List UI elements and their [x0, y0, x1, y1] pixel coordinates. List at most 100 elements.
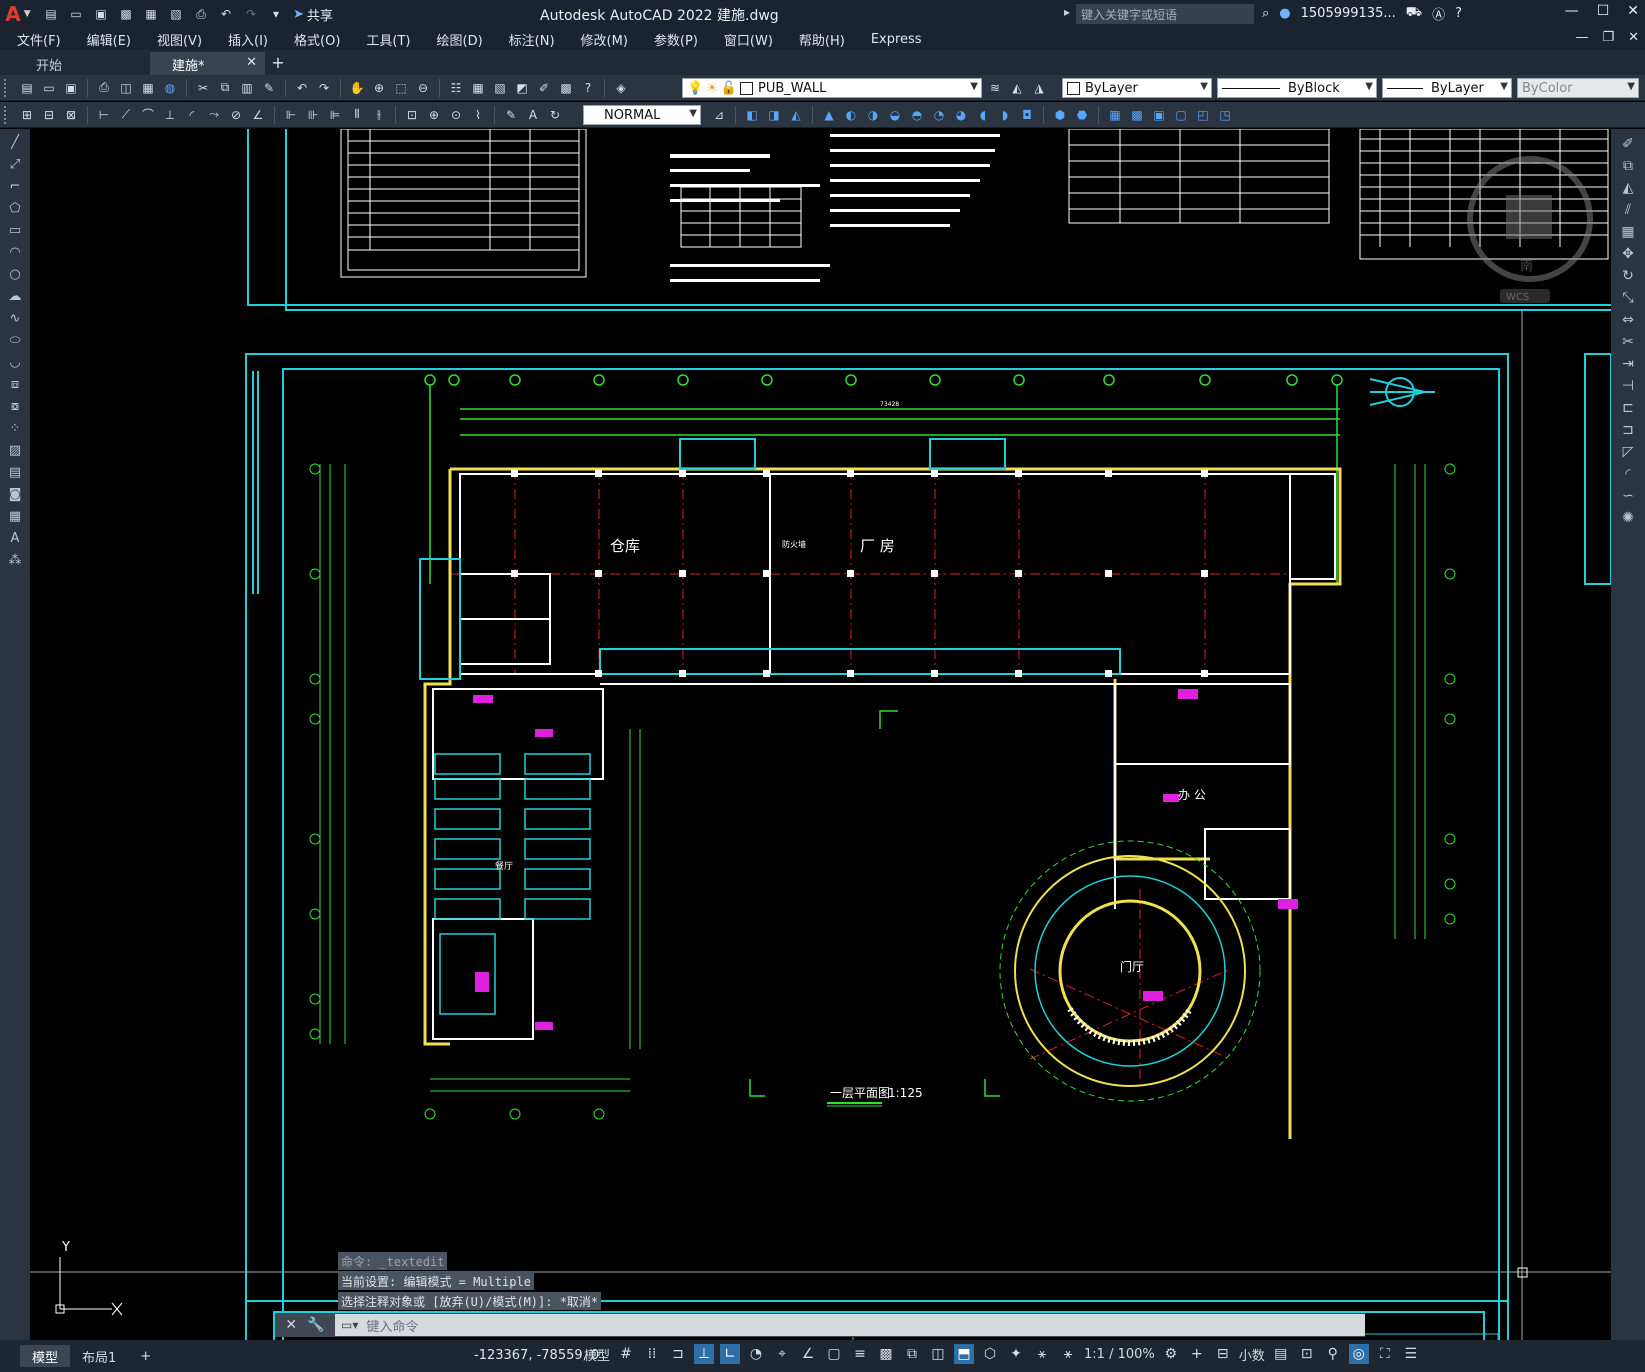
smooth-icon[interactable]: ▩: [1128, 106, 1146, 124]
new-file-icon[interactable]: ▤: [42, 5, 60, 23]
extrude-icon[interactable]: ▲: [820, 106, 838, 124]
refine-icon[interactable]: ▢: [1172, 106, 1190, 124]
blend-icon[interactable]: ∽: [1619, 487, 1637, 505]
explode-icon[interactable]: ✺: [1619, 509, 1637, 527]
drawing-canvas[interactable]: 南 WCS 73428 仓库 厂 房 防火墙 办 公 门厅 餐厅 一层平面图 1…: [30, 129, 1611, 1356]
tab-model[interactable]: 模型: [20, 1345, 71, 1367]
doc-close-icon[interactable]: ✕: [1628, 30, 1639, 45]
line-icon[interactable]: ╱: [5, 133, 25, 151]
menu-parametric[interactable]: 参数(P): [654, 30, 698, 49]
menu-draw[interactable]: 绘图(D): [437, 30, 483, 49]
quick-properties-icon[interactable]: ▤: [1271, 1344, 1291, 1364]
ellipse-icon[interactable]: ⬭: [5, 331, 25, 349]
dwf-icon[interactable]: ◍: [161, 79, 179, 97]
undo-icon[interactable]: ↶: [217, 5, 235, 23]
join-icon[interactable]: ⊐: [1619, 421, 1637, 439]
transparency-icon[interactable]: ▩: [876, 1344, 896, 1364]
presspull-icon[interactable]: ◓: [908, 106, 926, 124]
point-icon[interactable]: ⁘: [5, 419, 25, 437]
polygon-icon[interactable]: ⬠: [5, 199, 25, 217]
web-save-icon[interactable]: ▧: [167, 5, 185, 23]
chevron-right-icon[interactable]: ▸: [1064, 5, 1070, 19]
gradient-icon[interactable]: ▤: [5, 463, 25, 481]
menu-insert[interactable]: 插入(I): [228, 30, 268, 49]
search-icon[interactable]: ⌕: [1262, 6, 1269, 21]
menu-modify[interactable]: 修改(M): [581, 30, 628, 49]
auto-scale-icon[interactable]: ⚹: [1058, 1344, 1078, 1364]
cart-icon[interactable]: ⛟: [1406, 5, 1422, 22]
selection-cycling-icon[interactable]: ⧉: [902, 1344, 922, 1364]
ellipse-arc-icon[interactable]: ◡: [5, 353, 25, 371]
undo-icon[interactable]: ↶: [293, 79, 311, 97]
annotation-visibility-icon[interactable]: ⚹: [1032, 1344, 1052, 1364]
polar-icon[interactable]: ◔: [746, 1344, 766, 1364]
dynamic-ucs-icon[interactable]: ⬒: [954, 1344, 975, 1364]
mesh-icon[interactable]: ▦: [1106, 106, 1124, 124]
zoom-realtime-icon[interactable]: ⊕: [370, 79, 388, 97]
grid-icon[interactable]: #: [616, 1344, 636, 1364]
dim-text-edit-icon[interactable]: A: [524, 106, 542, 124]
union-icon[interactable]: ◔: [930, 106, 948, 124]
object-snap-icon[interactable]: ▢: [824, 1344, 844, 1364]
zoom-window-icon[interactable]: ⬚: [392, 79, 410, 97]
dim-jogged-icon[interactable]: ⤳: [205, 106, 223, 124]
isolate-objects-icon[interactable]: ⚲: [1323, 1344, 1343, 1364]
dim-baseline-icon[interactable]: ⊪: [304, 106, 322, 124]
table-icon[interactable]: ▦: [5, 507, 25, 525]
scale-icon[interactable]: ⤡: [1619, 289, 1637, 307]
layer-dropdown[interactable]: 💡 ☀ 🔓 PUB_WALL ▼: [682, 78, 982, 98]
selection-filter-icon[interactable]: ⬡: [980, 1344, 1000, 1364]
minimize-icon[interactable]: —: [1565, 3, 1579, 19]
tab-start[interactable]: 开始: [0, 52, 150, 75]
clean-screen-icon[interactable]: ⛶: [1375, 1344, 1395, 1364]
polyline-icon[interactable]: ⌐: [5, 177, 25, 195]
loft-icon[interactable]: ◒: [886, 106, 904, 124]
web-open-icon[interactable]: ▦: [142, 5, 160, 23]
publish-icon[interactable]: ▦: [139, 79, 157, 97]
menu-dimension[interactable]: 标注(N): [509, 30, 555, 49]
layer-properties-icon[interactable]: ◈: [612, 79, 630, 97]
menu-tools[interactable]: 工具(T): [366, 30, 410, 49]
intersect-icon[interactable]: ◖: [974, 106, 992, 124]
matchprop-icon[interactable]: ✎: [260, 79, 278, 97]
offset-icon[interactable]: ⫽: [1619, 201, 1637, 219]
jog-line-icon[interactable]: ⌇: [469, 106, 487, 124]
subtract-icon[interactable]: ◕: [952, 106, 970, 124]
workspace-gear-icon[interactable]: ⚙: [1161, 1344, 1181, 1364]
user-account[interactable]: 1505999135...: [1301, 6, 1396, 21]
insert-block-icon[interactable]: ⧈: [5, 375, 25, 393]
array-icon[interactable]: ▦: [1619, 223, 1637, 241]
toolbar-grip[interactable]: [4, 78, 12, 97]
menu-express[interactable]: Express: [871, 32, 922, 47]
3drotate-icon[interactable]: ⬣: [1073, 106, 1091, 124]
customize-qat-icon[interactable]: ▾: [267, 5, 285, 23]
ortho-icon[interactable]: ∟: [720, 1344, 741, 1364]
dynamic-input-icon[interactable]: ⊥: [694, 1344, 715, 1364]
make-block-icon[interactable]: ⧇: [5, 397, 25, 415]
box-icon[interactable]: ◧: [743, 106, 761, 124]
open-icon[interactable]: ▭: [40, 79, 58, 97]
save-icon[interactable]: ▣: [92, 5, 110, 23]
plotstyle-dropdown[interactable]: ByColor ▼: [1517, 78, 1639, 98]
units-icon[interactable]: ⊟: [1213, 1344, 1233, 1364]
color-dropdown[interactable]: ByLayer ▼: [1062, 78, 1212, 98]
slice-icon[interactable]: ◗: [996, 106, 1014, 124]
cone-icon[interactable]: ◭: [787, 106, 805, 124]
lock-ui-icon[interactable]: ⊡: [1297, 1344, 1317, 1364]
user-icon[interactable]: ●: [1279, 6, 1290, 21]
extrude-face-icon[interactable]: ◳: [1216, 106, 1234, 124]
menu-edit[interactable]: 编辑(E): [87, 30, 131, 49]
dim-radius-icon[interactable]: ◜: [183, 106, 201, 124]
dimstyle-dropdown[interactable]: NORMAL ▼: [583, 105, 701, 125]
search-input[interactable]: 键入关键字或短语: [1076, 4, 1254, 24]
crease-icon[interactable]: ▣: [1150, 106, 1168, 124]
paste-icon[interactable]: ▥: [238, 79, 256, 97]
add-selected-icon[interactable]: ⁂: [5, 551, 25, 569]
save-as-icon[interactable]: ▩: [117, 5, 135, 23]
tab-drawing[interactable]: 建施* ✕: [150, 52, 265, 75]
help-icon[interactable]: ?: [1455, 6, 1462, 21]
sweep-icon[interactable]: ◑: [864, 106, 882, 124]
center-mark-icon[interactable]: ⊕: [425, 106, 443, 124]
inspection-icon[interactable]: ⊙: [447, 106, 465, 124]
preview-icon[interactable]: ◫: [117, 79, 135, 97]
